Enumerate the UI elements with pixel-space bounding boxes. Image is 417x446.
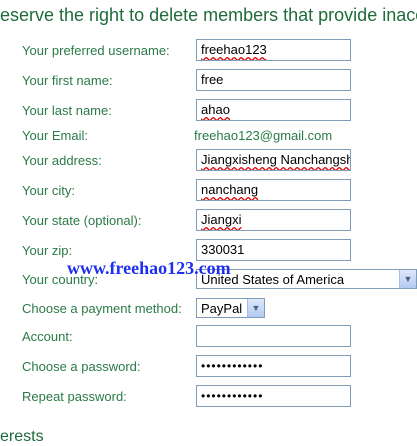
repeat-password-label: Repeat password: [22,389,127,404]
username-value: freehao123 [201,42,267,57]
last-name-value: ahao [201,102,230,117]
password-label: Choose a password: [22,359,141,374]
address-input[interactable]: Jiangxisheng Nanchangsh [196,149,351,171]
account-input[interactable] [196,325,351,347]
email-value: freehao123@gmail.com [194,128,333,143]
payment-value: PayPal [201,301,243,316]
zip-label: Your zip: [22,243,73,258]
payment-label: Choose a payment method: [22,301,182,316]
chevron-down-icon[interactable]: ▼ [399,270,416,288]
city-label: Your city: [22,183,75,198]
city-value: nanchang [201,182,259,197]
first-name-label: Your first name: [22,73,113,88]
username-label: Your preferred username: [22,43,170,58]
state-value: Jiangxi [201,212,242,227]
interests-heading: erests [0,428,44,445]
username-input[interactable]: freehao123 [196,39,351,61]
repeat-password-input[interactable]: •••••••••••• [196,385,351,407]
first-name-value: free [201,72,224,87]
state-input[interactable]: Jiangxi [196,209,351,231]
chevron-down-icon[interactable]: ▼ [247,299,264,317]
site-watermark: www.freehao123.com [67,258,231,278]
last-name-input[interactable]: ahao [196,99,351,121]
account-label: Account: [22,329,73,344]
payment-select[interactable]: PayPal ▼ [196,298,265,318]
zip-value: 330031 [201,242,245,257]
last-name-label: Your last name: [22,103,112,118]
city-input[interactable]: nanchang [196,179,351,201]
password-value: •••••••••••• [201,359,264,373]
email-label: Your Email: [22,128,88,143]
password-input[interactable]: •••••••••••• [196,355,351,377]
address-label: Your address: [22,153,102,168]
repeat-password-value: •••••••••••• [201,389,264,403]
first-name-input[interactable]: free [196,69,351,91]
membership-notice: eserve the right to delete members that … [0,5,417,25]
state-label: Your state (optional): [22,213,142,228]
address-value: Jiangxisheng Nanchangsh [201,152,351,167]
